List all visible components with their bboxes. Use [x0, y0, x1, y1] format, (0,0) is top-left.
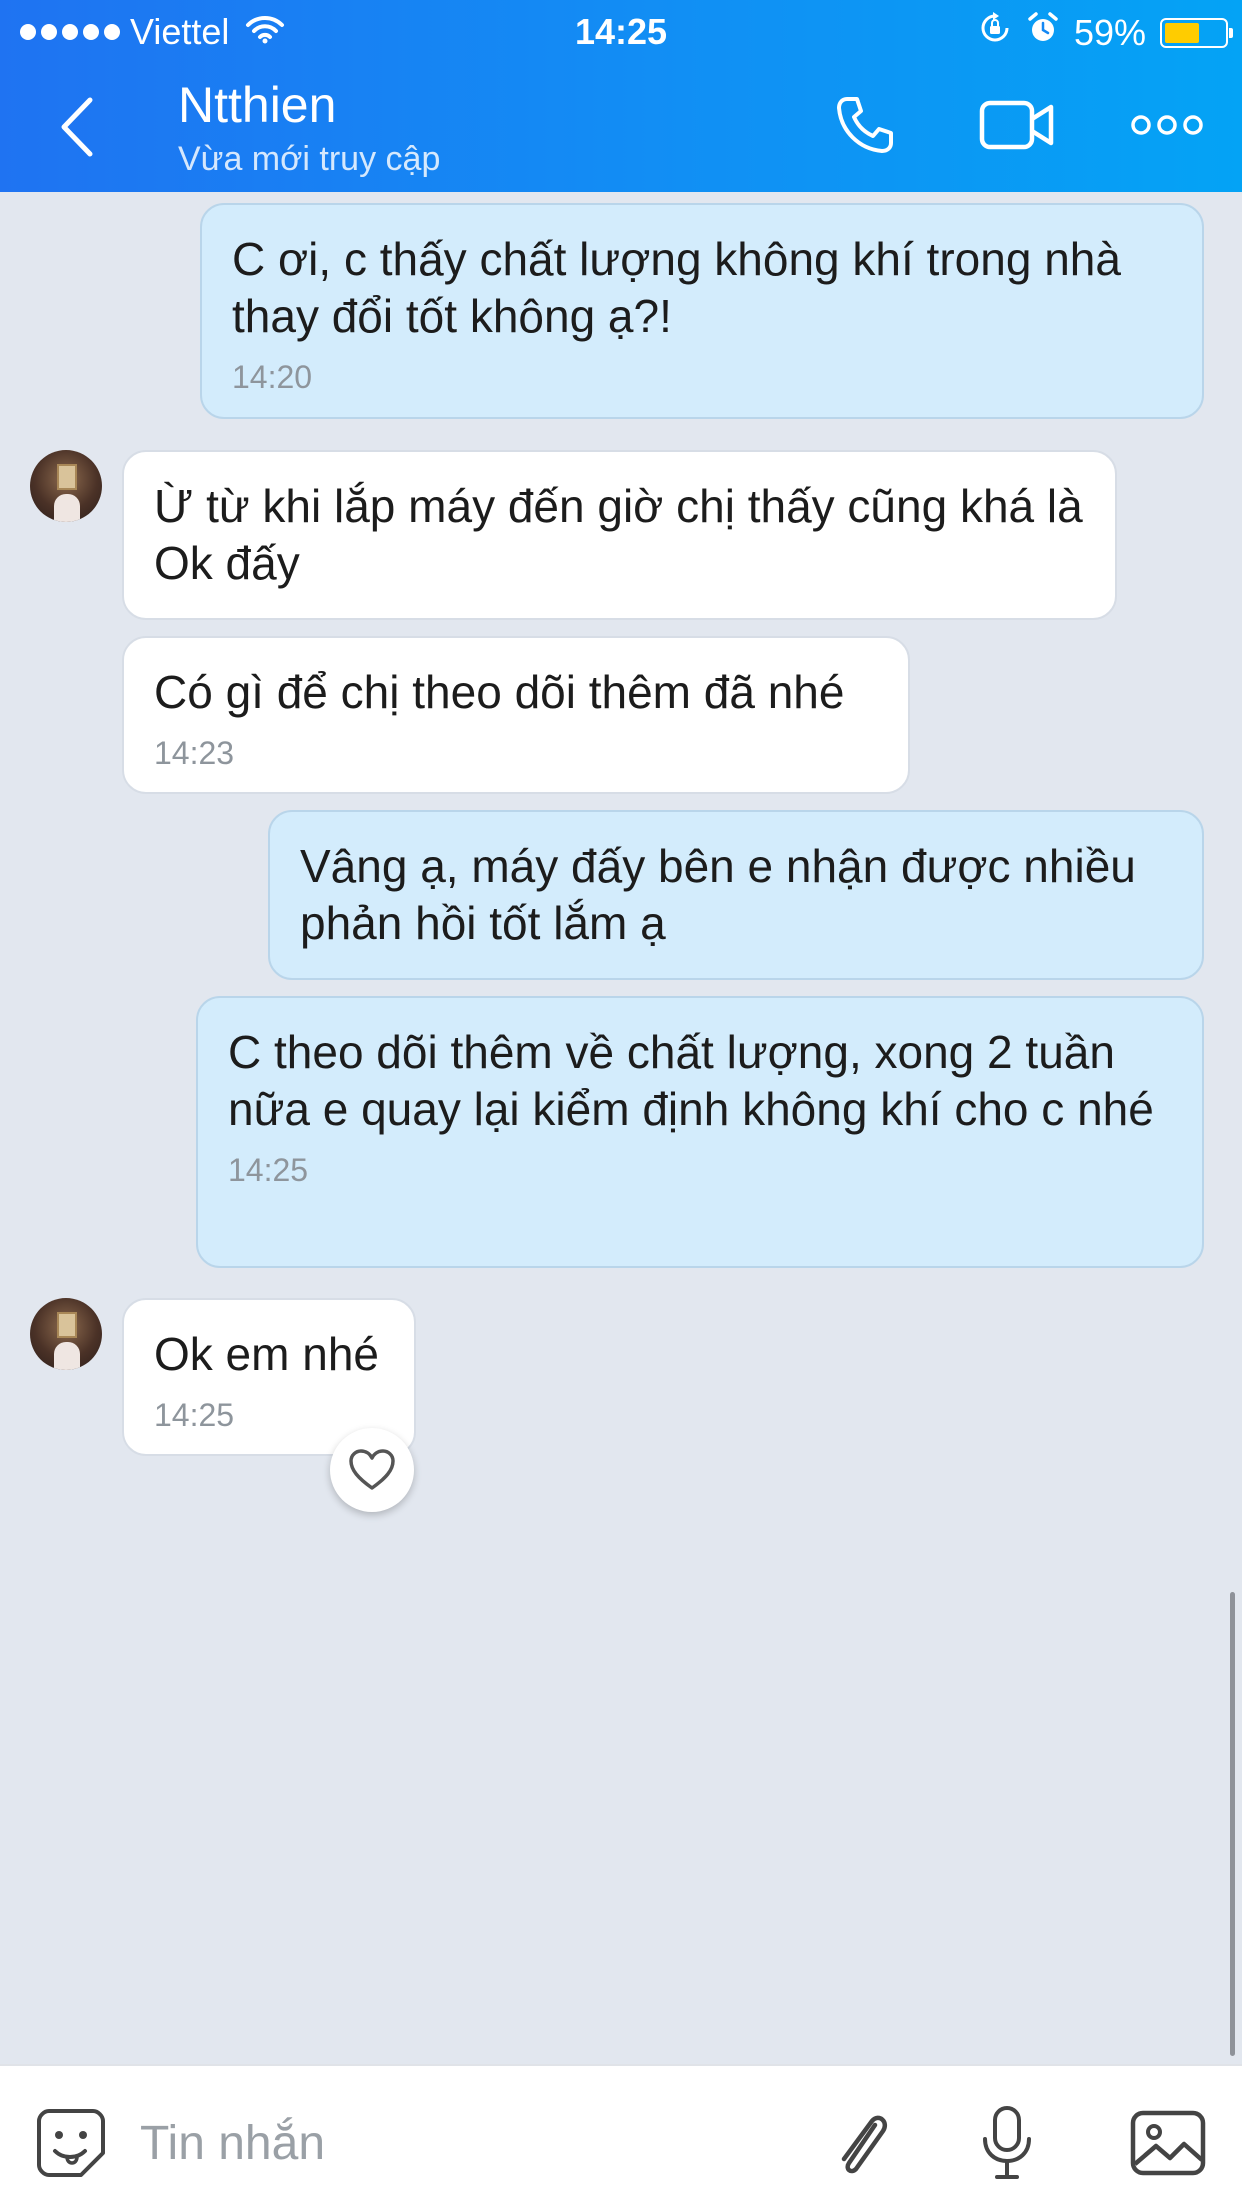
microphone-icon: [983, 2106, 1031, 2179]
voice-button[interactable]: [970, 2106, 1044, 2180]
message-text: Ừ từ khi lắp máy đến giờ chị thấy cũng k…: [154, 480, 1083, 589]
contact-avatar[interactable]: [30, 1298, 102, 1370]
chat-scrollbar[interactable]: [1230, 1592, 1235, 2056]
heart-icon: [349, 1449, 395, 1490]
status-right: 59%: [978, 11, 1233, 54]
video-call-button[interactable]: [976, 88, 1058, 162]
message-bubble-received[interactable]: Có gì để chị theo dõi thêm đã nhé 14:23: [122, 636, 910, 794]
chat-header: Viettel 14:25 59% Ntthien Vừa mới truy c…: [0, 0, 1242, 192]
status-bar: Viettel 14:25 59%: [0, 0, 1242, 62]
rotation-lock-icon: [978, 11, 1012, 54]
back-chevron-icon: [61, 97, 93, 157]
message-text: Vâng ạ, máy đấy bên e nhận được nhiều ph…: [300, 840, 1136, 949]
phone-icon: [837, 97, 893, 153]
message-time: 14:20: [232, 359, 313, 395]
message-text: Có gì để chị theo dõi thêm đã nhé: [154, 666, 845, 718]
contact-name[interactable]: Ntthien: [178, 76, 336, 134]
battery-percentage: 59%: [1073, 11, 1146, 53]
attach-button[interactable]: [826, 2106, 900, 2180]
contact-avatar[interactable]: [30, 450, 102, 522]
message-input[interactable]: [140, 2106, 780, 2180]
message-text: C ơi, c thấy chất lượng không khí trong …: [232, 233, 1121, 342]
gallery-button[interactable]: [1128, 2106, 1208, 2180]
message-bubble-sent[interactable]: C ơi, c thấy chất lượng không khí trong …: [200, 203, 1204, 419]
message-bubble-sent[interactable]: C theo dõi thêm về chất lượng, xong 2 tu…: [196, 996, 1204, 1268]
call-button[interactable]: [828, 88, 902, 162]
sticker-button[interactable]: [34, 2106, 108, 2180]
back-button[interactable]: [50, 92, 110, 162]
message-text: C theo dõi thêm về chất lượng, xong 2 tu…: [228, 1026, 1154, 1135]
react-heart-button[interactable]: [330, 1428, 414, 1512]
alarm-icon: [1026, 11, 1060, 54]
more-options-button[interactable]: [1130, 88, 1204, 162]
battery-icon: [1160, 17, 1233, 48]
battery-fill: [1165, 22, 1200, 43]
more-dots-icon: [1131, 115, 1203, 135]
paperclip-icon: [841, 2115, 888, 2174]
message-time: 14:23: [154, 735, 235, 771]
image-icon: [1130, 2110, 1206, 2176]
message-bubble-sent[interactable]: Vâng ạ, máy đấy bên e nhận được nhiều ph…: [268, 810, 1204, 980]
message-text: Ok em nhé: [154, 1328, 379, 1380]
message-time: 14:25: [154, 1397, 235, 1433]
emoji-sticker-icon: [37, 2109, 105, 2177]
contact-status: Vừa mới truy cập: [178, 140, 441, 178]
message-bubble-received[interactable]: Ừ từ khi lắp máy đến giờ chị thấy cũng k…: [122, 450, 1117, 620]
message-time: 14:25: [228, 1152, 309, 1188]
message-input-bar: [0, 2064, 1242, 2208]
video-camera-icon: [979, 100, 1054, 150]
